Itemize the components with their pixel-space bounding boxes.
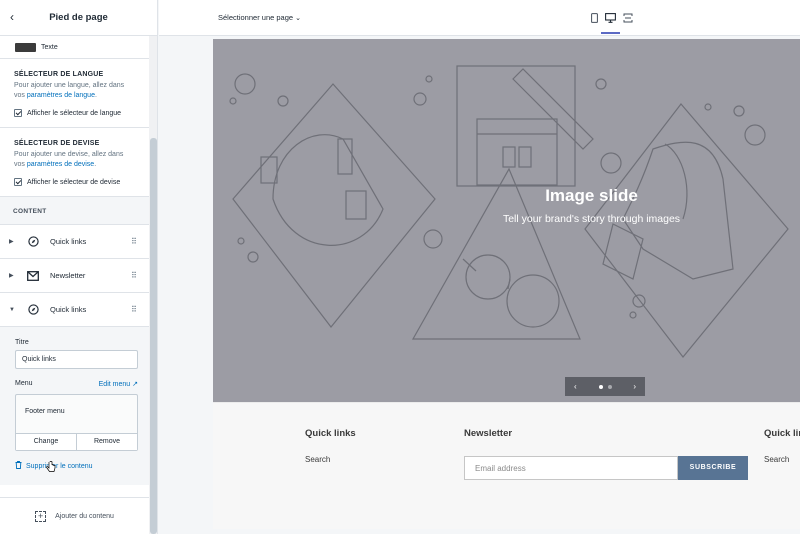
page-selector-label: Sélectionner une page — [218, 13, 294, 22]
footer-search-link-2[interactable]: Search — [764, 455, 789, 464]
show-language-selector-row[interactable]: Afficher le sélecteur de langue — [14, 109, 135, 117]
content-heading: CONTENT — [0, 196, 149, 224]
title-input[interactable]: Quick links — [15, 350, 138, 369]
show-language-label: Afficher le sélecteur de langue — [27, 109, 122, 117]
language-settings-link[interactable]: paramètres de langue — [27, 92, 95, 99]
block-label: Newsletter — [50, 271, 86, 280]
block-newsletter[interactable]: ▶ Newsletter ⠿ — [0, 258, 149, 292]
previous-slide-icon[interactable]: ‹ — [574, 382, 577, 391]
image-slideshow[interactable]: Image slide Tell your brand's story thro… — [213, 39, 800, 402]
caret-down-icon[interactable]: ▼ — [9, 307, 15, 313]
text-color-label: Texte — [41, 43, 58, 51]
block-quick-links-1[interactable]: ▶ Quick links ⠿ — [0, 224, 149, 258]
trash-icon — [15, 461, 22, 471]
menu-field-header: Menu Edit menu ↗ — [15, 380, 138, 391]
edit-menu-text: Edit menu — [98, 381, 131, 388]
change-menu-button[interactable]: Change — [16, 434, 76, 450]
next-slide-icon[interactable]: › — [633, 382, 636, 391]
menu-field-label: Menu — [15, 380, 33, 387]
footer-quick-links-title: Quick links — [305, 428, 356, 439]
caret-right-icon[interactable]: ▶ — [9, 272, 14, 279]
theme-editor-sidebar: ‹ Pied de page Texte SÉLECTEUR DE LANGUE… — [0, 0, 158, 534]
back-arrow-icon[interactable]: ‹ — [10, 11, 22, 23]
text-color-setting[interactable]: Texte — [0, 36, 149, 58]
slide-subheading: Tell your brand's story through images — [502, 213, 681, 225]
preview-gutter — [159, 36, 213, 534]
language-description: Pour ajouter une langue, allez dans vos … — [14, 81, 135, 101]
active-view-indicator — [601, 32, 620, 34]
edit-menu-link[interactable]: Edit menu ↗ — [99, 380, 138, 391]
slide-dot[interactable] — [607, 384, 612, 389]
block-settings-panel: Titre Quick links Menu Edit menu ↗ Foote… — [0, 326, 149, 485]
language-selector-section: SÉLECTEUR DE LANGUE Pour ajouter une lan… — [0, 59, 149, 127]
color-swatch[interactable] — [15, 42, 36, 52]
language-heading: SÉLECTEUR DE LANGUE — [14, 71, 104, 78]
hand-cursor-icon — [46, 461, 56, 472]
subscribe-button[interactable]: SUBSCRIBE — [678, 456, 748, 480]
scrollbar-thumb[interactable] — [150, 138, 157, 534]
preview-bottom-edge — [213, 529, 800, 534]
sidebar-header: ‹ Pied de page — [0, 0, 157, 36]
compass-icon — [27, 236, 39, 248]
drag-handle-icon[interactable]: ⠿ — [131, 271, 137, 280]
title-field-label: Titre — [15, 339, 29, 346]
slideshow-controls: ‹ › — [565, 377, 645, 396]
show-currency-label: Afficher le sélecteur de devise — [27, 178, 121, 186]
footer-newsletter-title: Newsletter — [464, 428, 513, 439]
editor-topbar: Sélectionner une page ⌄ — [159, 0, 800, 36]
compass-icon — [27, 304, 39, 316]
remove-menu-button[interactable]: Remove — [76, 434, 137, 450]
footer-search-link[interactable]: Search — [305, 455, 330, 464]
block-label: Quick links — [50, 237, 87, 246]
slide-dots — [598, 384, 612, 389]
newsletter-email-input[interactable]: Email address — [464, 456, 678, 480]
show-currency-checkbox[interactable] — [14, 178, 22, 186]
page-selector[interactable]: Sélectionner une page ⌄ — [218, 13, 301, 22]
chevron-down-icon: ⌄ — [295, 15, 302, 22]
fullscreen-view-icon[interactable] — [622, 12, 633, 23]
block-quick-links-2[interactable]: ▼ Quick links ⠿ — [0, 292, 149, 326]
add-content-button[interactable]: + Ajouter du contenu — [0, 497, 149, 534]
selected-menu-name: Footer menu — [25, 408, 65, 415]
add-plus-icon: + — [35, 510, 47, 522]
menu-actions: Change Remove — [16, 433, 137, 450]
show-currency-selector-row[interactable]: Afficher le sélecteur de devise — [14, 178, 135, 186]
envelope-icon — [27, 270, 39, 282]
currency-desc-suffix: . — [94, 161, 97, 168]
show-language-checkbox[interactable] — [14, 109, 22, 117]
language-desc-suffix: . — [94, 92, 97, 99]
mobile-view-icon[interactable] — [589, 12, 600, 23]
caret-right-icon[interactable]: ▶ — [9, 238, 14, 245]
desktop-view-icon[interactable] — [605, 12, 616, 23]
drag-handle-icon[interactable]: ⠿ — [131, 237, 137, 246]
sidebar-title: Pied de page — [49, 12, 108, 23]
block-label: Quick links — [50, 305, 87, 314]
add-content-label: Ajouter du contenu — [55, 512, 114, 520]
sidebar-scrollbar[interactable] — [149, 36, 157, 534]
drag-handle-icon[interactable]: ⠿ — [131, 305, 137, 314]
external-link-icon: ↗ — [132, 381, 138, 388]
menu-picker: Footer menu Change Remove — [15, 394, 138, 451]
currency-selector-section: SÉLECTEUR DE DEVISE Pour ajouter une dev… — [0, 128, 149, 196]
slide-dot-active[interactable] — [598, 384, 603, 389]
store-footer: Quick links Search Newsletter Email addr… — [213, 402, 800, 534]
currency-settings-link[interactable]: paramètres de devise — [27, 161, 94, 168]
storefront-preview: Image slide Tell your brand's story thro… — [213, 39, 800, 534]
sidebar-content: Texte SÉLECTEUR DE LANGUE Pour ajouter u… — [0, 36, 149, 485]
currency-description: Pour ajouter une devise, allez dans vos … — [14, 150, 135, 170]
delete-content-link[interactable]: Supprimer le contenu — [15, 461, 137, 471]
delete-content-label: Supprimer le contenu — [26, 462, 93, 470]
slide-heading: Image slide — [545, 186, 638, 205]
currency-heading: SÉLECTEUR DE DEVISE — [14, 140, 100, 147]
footer-quick-links-title-2: Quick links — [764, 428, 800, 439]
